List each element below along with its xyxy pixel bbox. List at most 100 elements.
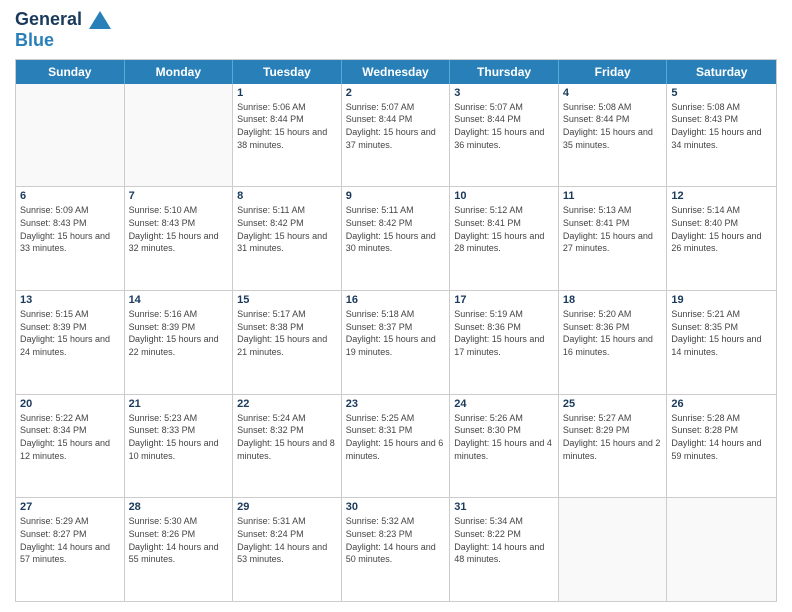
header: General Blue	[15, 10, 777, 51]
day-info: Sunrise: 5:13 AM Sunset: 8:41 PM Dayligh…	[563, 204, 663, 254]
day-cell: 9 Sunrise: 5:11 AM Sunset: 8:42 PM Daylig…	[342, 187, 451, 290]
day-info: Sunrise: 5:07 AM Sunset: 8:44 PM Dayligh…	[346, 101, 446, 151]
day-info: Sunrise: 5:21 AM Sunset: 8:35 PM Dayligh…	[671, 308, 772, 358]
day-number: 15	[237, 294, 337, 306]
day-number: 27	[20, 501, 120, 513]
day-cell: 12 Sunrise: 5:14 AM Sunset: 8:40 PM Dayli…	[667, 187, 776, 290]
day-info: Sunrise: 5:06 AM Sunset: 8:44 PM Dayligh…	[237, 101, 337, 151]
day-info: Sunrise: 5:15 AM Sunset: 8:39 PM Dayligh…	[20, 308, 120, 358]
day-number: 10	[454, 190, 554, 202]
day-number: 19	[671, 294, 772, 306]
calendar-body: 1 Sunrise: 5:06 AM Sunset: 8:44 PM Daylig…	[16, 84, 776, 601]
day-info: Sunrise: 5:22 AM Sunset: 8:34 PM Dayligh…	[20, 412, 120, 462]
day-cell: 21 Sunrise: 5:23 AM Sunset: 8:33 PM Dayli…	[125, 395, 234, 498]
logo-blue: Blue	[15, 30, 111, 51]
day-number: 21	[129, 398, 229, 410]
day-number: 28	[129, 501, 229, 513]
day-cell	[559, 498, 668, 601]
day-info: Sunrise: 5:28 AM Sunset: 8:28 PM Dayligh…	[671, 412, 772, 462]
week-row-5: 27 Sunrise: 5:29 AM Sunset: 8:27 PM Dayli…	[16, 498, 776, 601]
day-header-friday: Friday	[559, 60, 668, 84]
day-header-tuesday: Tuesday	[233, 60, 342, 84]
day-cell	[16, 84, 125, 187]
logo: General Blue	[15, 10, 111, 51]
day-header-monday: Monday	[125, 60, 234, 84]
day-cell: 1 Sunrise: 5:06 AM Sunset: 8:44 PM Daylig…	[233, 84, 342, 187]
day-number: 7	[129, 190, 229, 202]
day-info: Sunrise: 5:19 AM Sunset: 8:36 PM Dayligh…	[454, 308, 554, 358]
day-cell: 28 Sunrise: 5:30 AM Sunset: 8:26 PM Dayli…	[125, 498, 234, 601]
day-info: Sunrise: 5:11 AM Sunset: 8:42 PM Dayligh…	[237, 204, 337, 254]
day-cell: 24Sunrise: 5:26 AM Sunset: 8:30 PM Dayli…	[450, 395, 559, 498]
day-number: 30	[346, 501, 446, 513]
day-number: 26	[671, 398, 772, 410]
day-info: Sunrise: 5:10 AM Sunset: 8:43 PM Dayligh…	[129, 204, 229, 254]
day-number: 12	[671, 190, 772, 202]
day-cell: 3Sunrise: 5:07 AM Sunset: 8:44 PM Daylig…	[450, 84, 559, 187]
week-row-3: 13Sunrise: 5:15 AM Sunset: 8:39 PM Dayli…	[16, 291, 776, 395]
day-number: 14	[129, 294, 229, 306]
day-number: 17	[454, 294, 554, 306]
day-cell: 29 Sunrise: 5:31 AM Sunset: 8:24 PM Dayli…	[233, 498, 342, 601]
day-info: Sunrise: 5:16 AM Sunset: 8:39 PM Dayligh…	[129, 308, 229, 358]
day-header-thursday: Thursday	[450, 60, 559, 84]
day-cell: 16 Sunrise: 5:18 AM Sunset: 8:37 PM Dayli…	[342, 291, 451, 394]
day-cell: 19 Sunrise: 5:21 AM Sunset: 8:35 PM Dayli…	[667, 291, 776, 394]
day-cell: 14 Sunrise: 5:16 AM Sunset: 8:39 PM Dayli…	[125, 291, 234, 394]
day-info: Sunrise: 5:34 AM Sunset: 8:22 PM Dayligh…	[454, 515, 554, 565]
day-info: Sunrise: 5:11 AM Sunset: 8:42 PM Dayligh…	[346, 204, 446, 254]
day-cell: 30 Sunrise: 5:32 AM Sunset: 8:23 PM Dayli…	[342, 498, 451, 601]
day-cell: 27 Sunrise: 5:29 AM Sunset: 8:27 PM Dayli…	[16, 498, 125, 601]
day-number: 3	[454, 87, 554, 99]
day-number: 9	[346, 190, 446, 202]
day-number: 16	[346, 294, 446, 306]
week-row-2: 6Sunrise: 5:09 AM Sunset: 8:43 PM Daylig…	[16, 187, 776, 291]
day-number: 29	[237, 501, 337, 513]
day-number: 1	[237, 87, 337, 99]
day-cell: 17 Sunrise: 5:19 AM Sunset: 8:36 PM Dayli…	[450, 291, 559, 394]
day-cell	[667, 498, 776, 601]
day-number: 22	[237, 398, 337, 410]
day-cell	[125, 84, 234, 187]
day-header-wednesday: Wednesday	[342, 60, 451, 84]
day-cell: 31 Sunrise: 5:34 AM Sunset: 8:22 PM Dayli…	[450, 498, 559, 601]
day-info: Sunrise: 5:12 AM Sunset: 8:41 PM Dayligh…	[454, 204, 554, 254]
day-cell: 2 Sunrise: 5:07 AM Sunset: 8:44 PM Daylig…	[342, 84, 451, 187]
day-cell: 7 Sunrise: 5:10 AM Sunset: 8:43 PM Daylig…	[125, 187, 234, 290]
day-cell: 20Sunrise: 5:22 AM Sunset: 8:34 PM Dayli…	[16, 395, 125, 498]
day-info: Sunrise: 5:24 AM Sunset: 8:32 PM Dayligh…	[237, 412, 337, 462]
day-number: 2	[346, 87, 446, 99]
day-number: 23	[346, 398, 446, 410]
day-info: Sunrise: 5:25 AM Sunset: 8:31 PM Dayligh…	[346, 412, 446, 462]
day-cell: 15 Sunrise: 5:17 AM Sunset: 8:38 PM Dayli…	[233, 291, 342, 394]
day-cell: 18Sunrise: 5:20 AM Sunset: 8:36 PM Dayli…	[559, 291, 668, 394]
day-number: 5	[671, 87, 772, 99]
day-info: Sunrise: 5:32 AM Sunset: 8:23 PM Dayligh…	[346, 515, 446, 565]
day-info: Sunrise: 5:23 AM Sunset: 8:33 PM Dayligh…	[129, 412, 229, 462]
day-headers: SundayMondayTuesdayWednesdayThursdayFrid…	[16, 60, 776, 84]
day-number: 6	[20, 190, 120, 202]
week-row-1: 1 Sunrise: 5:06 AM Sunset: 8:44 PM Daylig…	[16, 84, 776, 188]
day-cell: 26 Sunrise: 5:28 AM Sunset: 8:28 PM Dayli…	[667, 395, 776, 498]
day-cell: 25Sunrise: 5:27 AM Sunset: 8:29 PM Dayli…	[559, 395, 668, 498]
day-cell: 10 Sunrise: 5:12 AM Sunset: 8:41 PM Dayli…	[450, 187, 559, 290]
day-cell: 5 Sunrise: 5:08 AM Sunset: 8:43 PM Daylig…	[667, 84, 776, 187]
day-cell: 6Sunrise: 5:09 AM Sunset: 8:43 PM Daylig…	[16, 187, 125, 290]
day-number: 8	[237, 190, 337, 202]
day-info: Sunrise: 5:17 AM Sunset: 8:38 PM Dayligh…	[237, 308, 337, 358]
day-info: Sunrise: 5:18 AM Sunset: 8:37 PM Dayligh…	[346, 308, 446, 358]
day-cell: 11Sunrise: 5:13 AM Sunset: 8:41 PM Dayli…	[559, 187, 668, 290]
day-cell: 23 Sunrise: 5:25 AM Sunset: 8:31 PM Dayli…	[342, 395, 451, 498]
day-cell: 8 Sunrise: 5:11 AM Sunset: 8:42 PM Daylig…	[233, 187, 342, 290]
day-cell: 22 Sunrise: 5:24 AM Sunset: 8:32 PM Dayli…	[233, 395, 342, 498]
day-number: 31	[454, 501, 554, 513]
day-number: 18	[563, 294, 663, 306]
day-header-saturday: Saturday	[667, 60, 776, 84]
logo-text: General	[15, 10, 111, 30]
week-row-4: 20Sunrise: 5:22 AM Sunset: 8:34 PM Dayli…	[16, 395, 776, 499]
day-info: Sunrise: 5:29 AM Sunset: 8:27 PM Dayligh…	[20, 515, 120, 565]
day-info: Sunrise: 5:30 AM Sunset: 8:26 PM Dayligh…	[129, 515, 229, 565]
day-info: Sunrise: 5:08 AM Sunset: 8:43 PM Dayligh…	[671, 101, 772, 151]
day-info: Sunrise: 5:31 AM Sunset: 8:24 PM Dayligh…	[237, 515, 337, 565]
day-info: Sunrise: 5:14 AM Sunset: 8:40 PM Dayligh…	[671, 204, 772, 254]
